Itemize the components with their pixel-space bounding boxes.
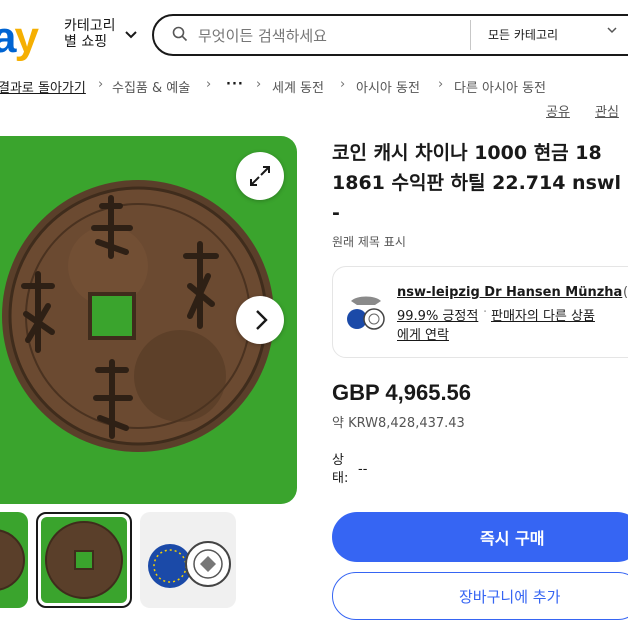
condition-label: 상태: (332, 453, 349, 486)
breadcrumb-separator: › (98, 77, 104, 92)
seller-other-items-link[interactable]: 판매자의 다른 상품 (491, 305, 595, 324)
search-bar[interactable]: 모든 카테고리 (152, 14, 628, 56)
shop-by-category-menu[interactable]: 카테고리 별 쇼핑 (64, 18, 142, 54)
search-input[interactable] (196, 24, 470, 48)
breadcrumb-separator: › (256, 77, 262, 92)
breadcrumb-more-button[interactable]: ··· (226, 77, 244, 92)
chevron-down-icon (606, 24, 618, 39)
show-original-title-link[interactable]: 원래 제목 표시 (332, 233, 406, 250)
seller-positive-feedback[interactable]: 99.9% 긍정적 (397, 305, 478, 324)
breadcrumb-separator: › (206, 77, 212, 92)
back-to-results-link[interactable]: 결과로 돌아가기 (0, 77, 86, 96)
seller-card: nsw-leipzig Dr Hansen Münzha (4 99.9% 긍정… (332, 266, 628, 358)
watch-link[interactable]: 관심 (595, 101, 619, 120)
seller-logo[interactable] (345, 291, 387, 333)
category-select[interactable]: 모든 카테고리 (488, 26, 558, 43)
thumbnail-3[interactable] (140, 512, 236, 608)
thumbnail-2-coin (45, 521, 123, 599)
thumbnail-1-image (0, 529, 25, 591)
add-to-cart-button[interactable]: 장바구니에 추가 (332, 572, 628, 620)
chevron-right-icon (256, 310, 268, 330)
breadcrumb-other-asian-coins[interactable]: 다른 아시아 동전 (454, 77, 546, 96)
seller-feedback-count: (4 (623, 285, 628, 300)
thumbnail-3-logo (148, 541, 231, 588)
search-icon (172, 26, 188, 46)
listing-title-line3: - (332, 202, 340, 224)
seller-logo-icon (347, 296, 385, 330)
approx-price: 약 KRW8,428,437.43 (332, 416, 465, 431)
search-divider (470, 20, 471, 50)
chevron-down-icon (124, 28, 138, 44)
logo-letter-a: a (0, 13, 17, 62)
thumbnail-1[interactable] (0, 512, 28, 608)
share-link[interactable]: 공유 (546, 101, 570, 120)
breadcrumb-separator: › (438, 77, 444, 92)
seller-link-separator: · (483, 305, 488, 320)
thumbnail-2-selected[interactable] (36, 512, 132, 608)
breadcrumb: 결과로 돌아가기 › 수집품 & 예술 › ··· › 세계 동전 › 아시아 … (0, 77, 628, 97)
seller-name-link[interactable]: nsw-leipzig Dr Hansen Münzha (397, 285, 622, 300)
condition-value: -- (358, 462, 368, 477)
buy-it-now-button[interactable]: 즉시 구매 (332, 512, 628, 562)
contact-seller-link[interactable]: 에게 연락 (397, 324, 449, 343)
listing-title: 코인 캐시 차이나 1000 현금 18 1861 수익판 하틸 22.714 … (332, 138, 628, 228)
breadcrumb-separator: › (340, 77, 346, 92)
listing-title-line2: 1861 수익판 하틸 22.714 nswl (332, 172, 621, 194)
logo-letter-y: y (14, 13, 39, 62)
thumbnail-2-image (41, 517, 127, 603)
price: GBP 4,965.56 (332, 380, 472, 405)
expand-icon (250, 166, 270, 186)
ebay-logo[interactable]: ay (0, 13, 39, 62)
listing-title-line1: 코인 캐시 차이나 1000 현금 18 (332, 142, 602, 164)
breadcrumb-collectibles[interactable]: 수집품 & 예술 (112, 77, 190, 96)
expand-image-button[interactable] (236, 152, 284, 200)
next-image-button[interactable] (236, 296, 284, 344)
breadcrumb-asian-coins[interactable]: 아시아 동전 (356, 77, 420, 96)
breadcrumb-world-coins[interactable]: 세계 동전 (272, 77, 324, 96)
